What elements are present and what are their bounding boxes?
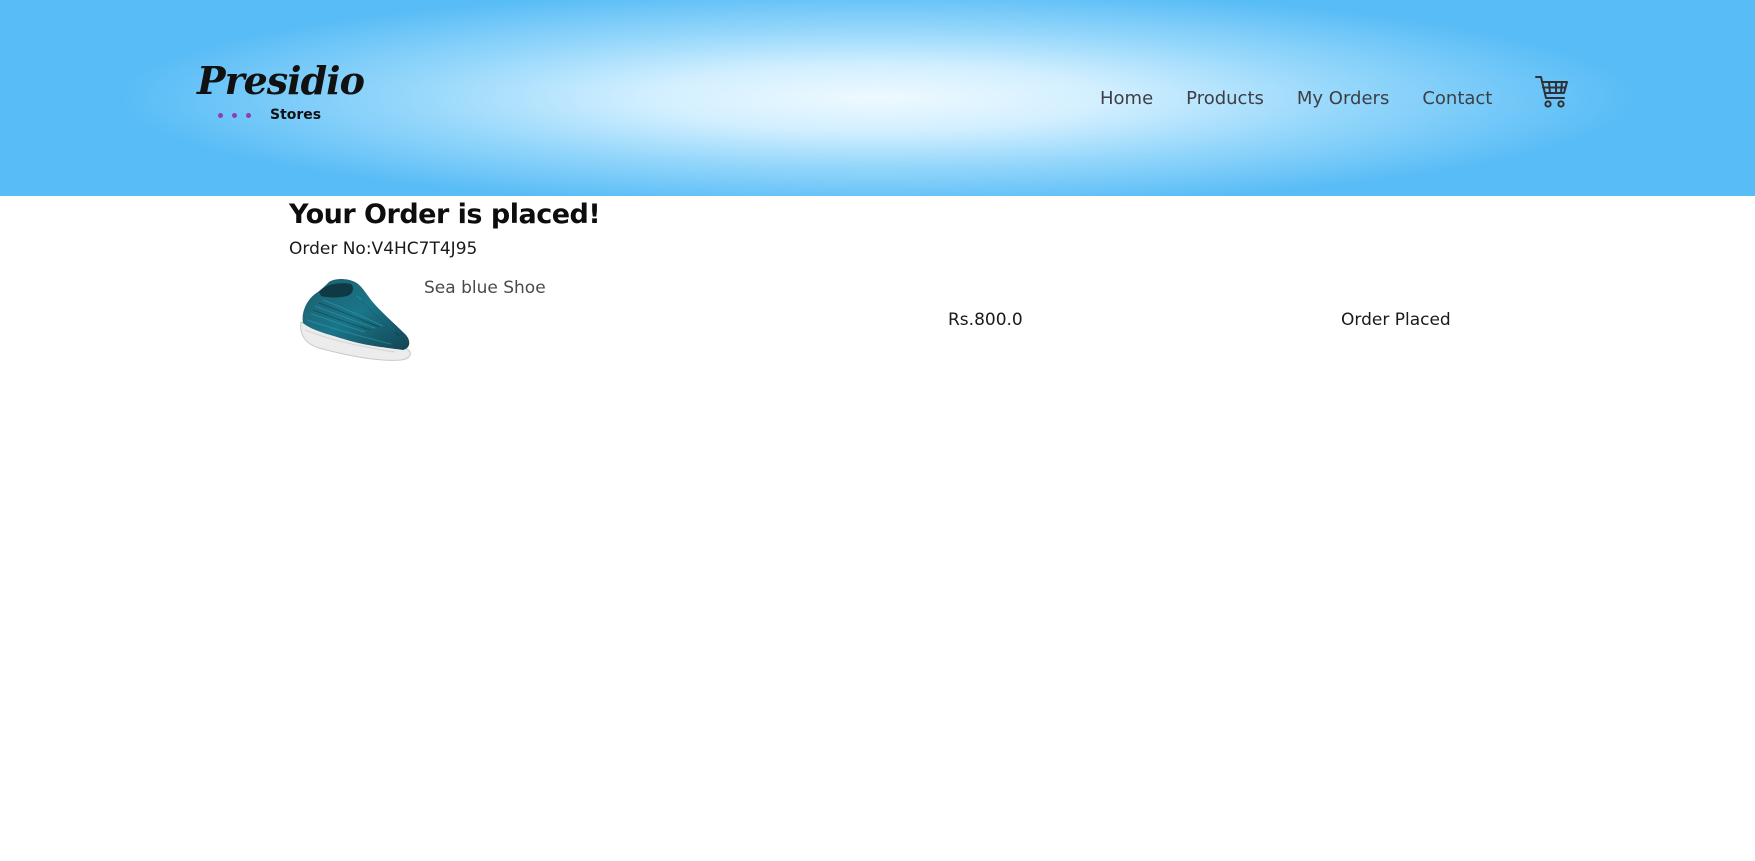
main-nav: Home Products My Orders Contact — [1100, 84, 1492, 112]
nav-contact[interactable]: Contact — [1422, 88, 1492, 109]
page-title: Your Order is placed! — [289, 199, 601, 230]
product-price: Rs.800.0 — [948, 310, 1023, 330]
presidio-stores-logo[interactable]: Presidio Stores — [195, 58, 365, 130]
shoe-image — [295, 274, 417, 364]
logo-script-text: Presidio — [197, 58, 365, 103]
nav-my-orders[interactable]: My Orders — [1297, 88, 1389, 109]
nav-home[interactable]: Home — [1100, 88, 1153, 109]
logo-dots — [218, 113, 258, 121]
site-header: Presidio Stores Home Products My Orders … — [0, 0, 1755, 196]
order-item-row: Sea blue Shoe Rs.800.0 Order Placed — [289, 274, 1489, 364]
order-status: Order Placed — [1341, 310, 1451, 330]
order-number: Order No:V4HC7T4J95 — [289, 239, 478, 259]
nav-products[interactable]: Products — [1186, 88, 1264, 109]
logo-dot — [232, 113, 237, 118]
logo-dot — [246, 113, 251, 118]
logo-dot — [218, 113, 223, 118]
cart-icon[interactable] — [1534, 74, 1570, 110]
product-name[interactable]: Sea blue Shoe — [424, 278, 546, 298]
logo-subtitle: Stores — [270, 107, 322, 123]
